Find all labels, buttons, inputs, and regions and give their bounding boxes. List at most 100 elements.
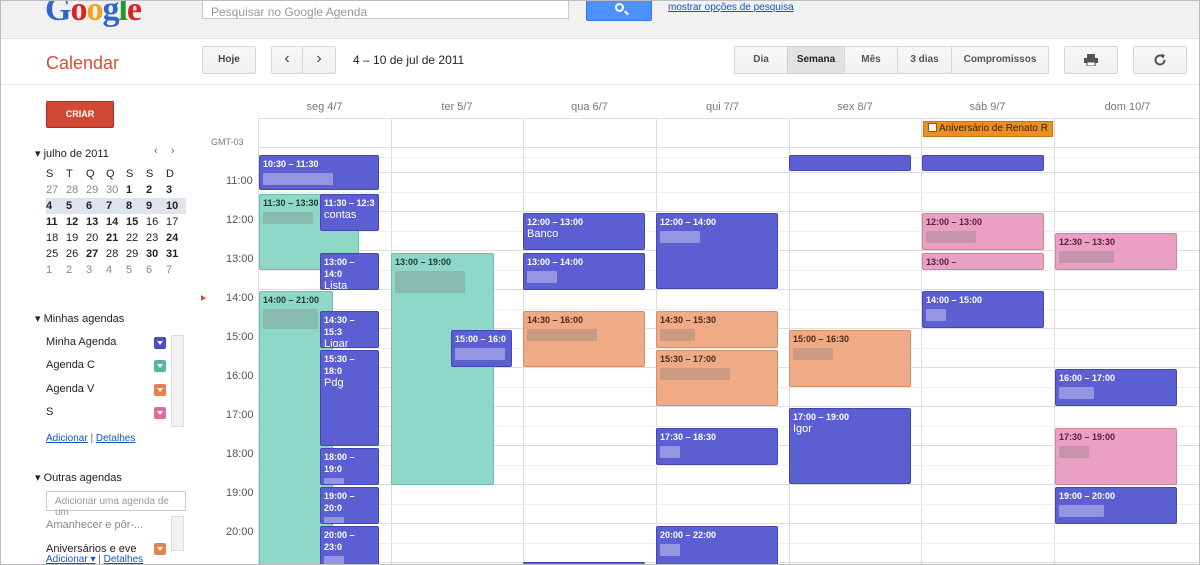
next-week-button[interactable]: › bbox=[302, 46, 336, 74]
event[interactable]: 19:00 – 20:00 bbox=[1055, 487, 1177, 524]
mini-day[interactable]: 22 bbox=[126, 230, 146, 246]
my-calendars-toggle[interactable]: ▾ Minhas agendas bbox=[35, 312, 124, 325]
create-button[interactable]: CRIAR bbox=[46, 101, 114, 128]
add-calendar-link[interactable]: Adicionar bbox=[46, 433, 88, 444]
mini-prev-icon[interactable]: ‹ bbox=[154, 145, 158, 157]
mini-day[interactable]: 7 bbox=[106, 198, 126, 214]
event[interactable]: 18:00 – 19:0 bbox=[320, 448, 379, 485]
event[interactable]: 14:00 – 15:00 bbox=[922, 291, 1044, 328]
mini-day[interactable]: 10 bbox=[166, 198, 186, 214]
today-button[interactable]: Hoje bbox=[202, 46, 256, 74]
day-header[interactable]: ter 5/7 bbox=[391, 101, 523, 113]
calendar-item[interactable]: Minha Agenda bbox=[46, 336, 116, 348]
mini-day[interactable]: 12 bbox=[66, 214, 86, 230]
event[interactable]: 15:30 – 17:00 bbox=[656, 350, 778, 406]
mini-day[interactable]: 26 bbox=[66, 246, 86, 262]
calendar-item[interactable]: Agenda C bbox=[46, 359, 95, 371]
calendar-item[interactable]: S bbox=[46, 406, 53, 418]
event[interactable]: 12:00 – 13:00 bbox=[922, 213, 1044, 250]
mini-day[interactable]: 15 bbox=[126, 214, 146, 230]
mini-day[interactable]: 24 bbox=[166, 230, 186, 246]
event[interactable]: 20:00 – 22:00 bbox=[656, 526, 778, 564]
mini-day[interactable]: 4 bbox=[46, 198, 66, 214]
event[interactable]: 13:00 – 19:00 bbox=[391, 253, 494, 485]
scrollbar[interactable] bbox=[171, 516, 184, 551]
mini-day[interactable]: 4 bbox=[106, 262, 126, 278]
search-options-link[interactable]: mostrar opções de pesquisa bbox=[668, 2, 794, 13]
day-header[interactable]: seg 4/7 bbox=[258, 101, 391, 113]
mini-day[interactable]: 18 bbox=[46, 230, 66, 246]
mini-day[interactable]: 28 bbox=[66, 182, 86, 198]
all-day-row[interactable] bbox=[258, 118, 1199, 148]
mini-day[interactable]: 19 bbox=[66, 230, 86, 246]
event[interactable]: 13:00 – 14:0Lista tarefas bbox=[320, 253, 379, 290]
event[interactable]: 15:00 – 16:0 bbox=[451, 330, 512, 367]
event[interactable]: 20:00 – 23:0 bbox=[320, 526, 379, 564]
mini-day[interactable]: 28 bbox=[106, 246, 126, 262]
day-header[interactable]: dom 10/7 bbox=[1054, 101, 1199, 113]
mini-day[interactable]: 3 bbox=[166, 182, 186, 198]
mini-day[interactable]: 6 bbox=[146, 262, 166, 278]
day-header[interactable]: qua 6/7 bbox=[523, 101, 656, 113]
mini-day[interactable]: 27 bbox=[46, 182, 66, 198]
day-header[interactable]: sáb 9/7 bbox=[921, 101, 1054, 113]
view-3days-button[interactable]: 3 dias bbox=[897, 46, 952, 74]
mini-day[interactable]: 30 bbox=[146, 246, 166, 262]
calendar-color-icon[interactable] bbox=[154, 337, 166, 349]
google-logo[interactable]: Google bbox=[45, 1, 142, 29]
mini-day[interactable]: 3 bbox=[86, 262, 106, 278]
event[interactable]: 12:00 – 13:00 Banco bbox=[523, 213, 645, 250]
event[interactable]: 12:30 – 13:30 bbox=[1055, 233, 1177, 270]
details-link[interactable]: Detalhes bbox=[96, 433, 135, 444]
print-button[interactable] bbox=[1064, 46, 1118, 74]
event[interactable] bbox=[789, 155, 911, 171]
event[interactable]: 17:30 – 19:00 bbox=[1055, 428, 1177, 485]
details-link[interactable]: Detalhes bbox=[104, 554, 143, 564]
mini-day[interactable]: 11 bbox=[46, 214, 66, 230]
event[interactable]: 19:00 – 20:0 bbox=[320, 487, 379, 524]
mini-day[interactable]: 16 bbox=[146, 214, 166, 230]
event[interactable]: 16:00 – 17:00 bbox=[1055, 369, 1177, 406]
day-header[interactable]: qui 7/7 bbox=[656, 101, 789, 113]
scrollbar[interactable] bbox=[171, 335, 184, 427]
mini-day[interactable]: 13 bbox=[86, 214, 106, 230]
add-calendar-input[interactable]: Adicionar uma agenda de um bbox=[46, 491, 186, 518]
mini-day[interactable]: 29 bbox=[86, 182, 106, 198]
view-agenda-button[interactable]: Compromissos bbox=[951, 46, 1049, 74]
mini-day[interactable]: 5 bbox=[126, 262, 146, 278]
event[interactable]: 12:00 – 14:00 bbox=[656, 213, 778, 289]
calendar-item[interactable]: Agenda V bbox=[46, 383, 94, 395]
mini-next-icon[interactable]: › bbox=[171, 145, 175, 157]
calendar-color-icon[interactable] bbox=[154, 543, 166, 555]
mini-calendar-title[interactable]: ▾ julho de 2011 bbox=[35, 147, 109, 160]
event[interactable]: 10:30 – 11:30 bbox=[259, 155, 379, 190]
event[interactable]: 11:30 – 12:3 contas bbox=[320, 194, 379, 231]
mini-day[interactable]: 5 bbox=[66, 198, 86, 214]
calendar-color-icon[interactable] bbox=[154, 407, 166, 419]
mini-day[interactable]: 30 bbox=[106, 182, 126, 198]
mini-day[interactable]: 2 bbox=[66, 262, 86, 278]
mini-day[interactable]: 20 bbox=[86, 230, 106, 246]
mini-day[interactable]: 31 bbox=[166, 246, 186, 262]
mini-day[interactable]: 17 bbox=[166, 214, 186, 230]
prev-week-button[interactable]: ‹ bbox=[271, 46, 303, 74]
view-week-button[interactable]: Semana bbox=[787, 46, 845, 74]
event[interactable]: 17:00 – 19:00 Igor bbox=[789, 408, 911, 484]
view-month-button[interactable]: Mês bbox=[844, 46, 898, 74]
mini-day[interactable]: 25 bbox=[46, 246, 66, 262]
calendar-item[interactable]: Amanhecer e pôr-... bbox=[46, 519, 143, 531]
event[interactable]: 14:30 – 15:3Ligar Claudio bbox=[320, 311, 379, 348]
event[interactable] bbox=[922, 155, 1044, 171]
event[interactable]: 13:00 – 14:00 bbox=[523, 253, 645, 290]
event[interactable]: 14:30 – 15:30 bbox=[656, 311, 778, 348]
mini-day[interactable]: 23 bbox=[146, 230, 166, 246]
mini-day[interactable]: 7 bbox=[166, 262, 186, 278]
refresh-button[interactable] bbox=[1133, 46, 1187, 74]
all-day-event[interactable]: Aniversário de Renato R bbox=[923, 121, 1053, 137]
mini-day[interactable]: 1 bbox=[46, 262, 66, 278]
mini-day[interactable]: 8 bbox=[126, 198, 146, 214]
view-day-button[interactable]: Dia bbox=[734, 46, 788, 74]
mini-day[interactable]: 21 bbox=[106, 230, 126, 246]
mini-day[interactable]: 29 bbox=[126, 246, 146, 262]
day-header[interactable]: sex 8/7 bbox=[789, 101, 921, 113]
